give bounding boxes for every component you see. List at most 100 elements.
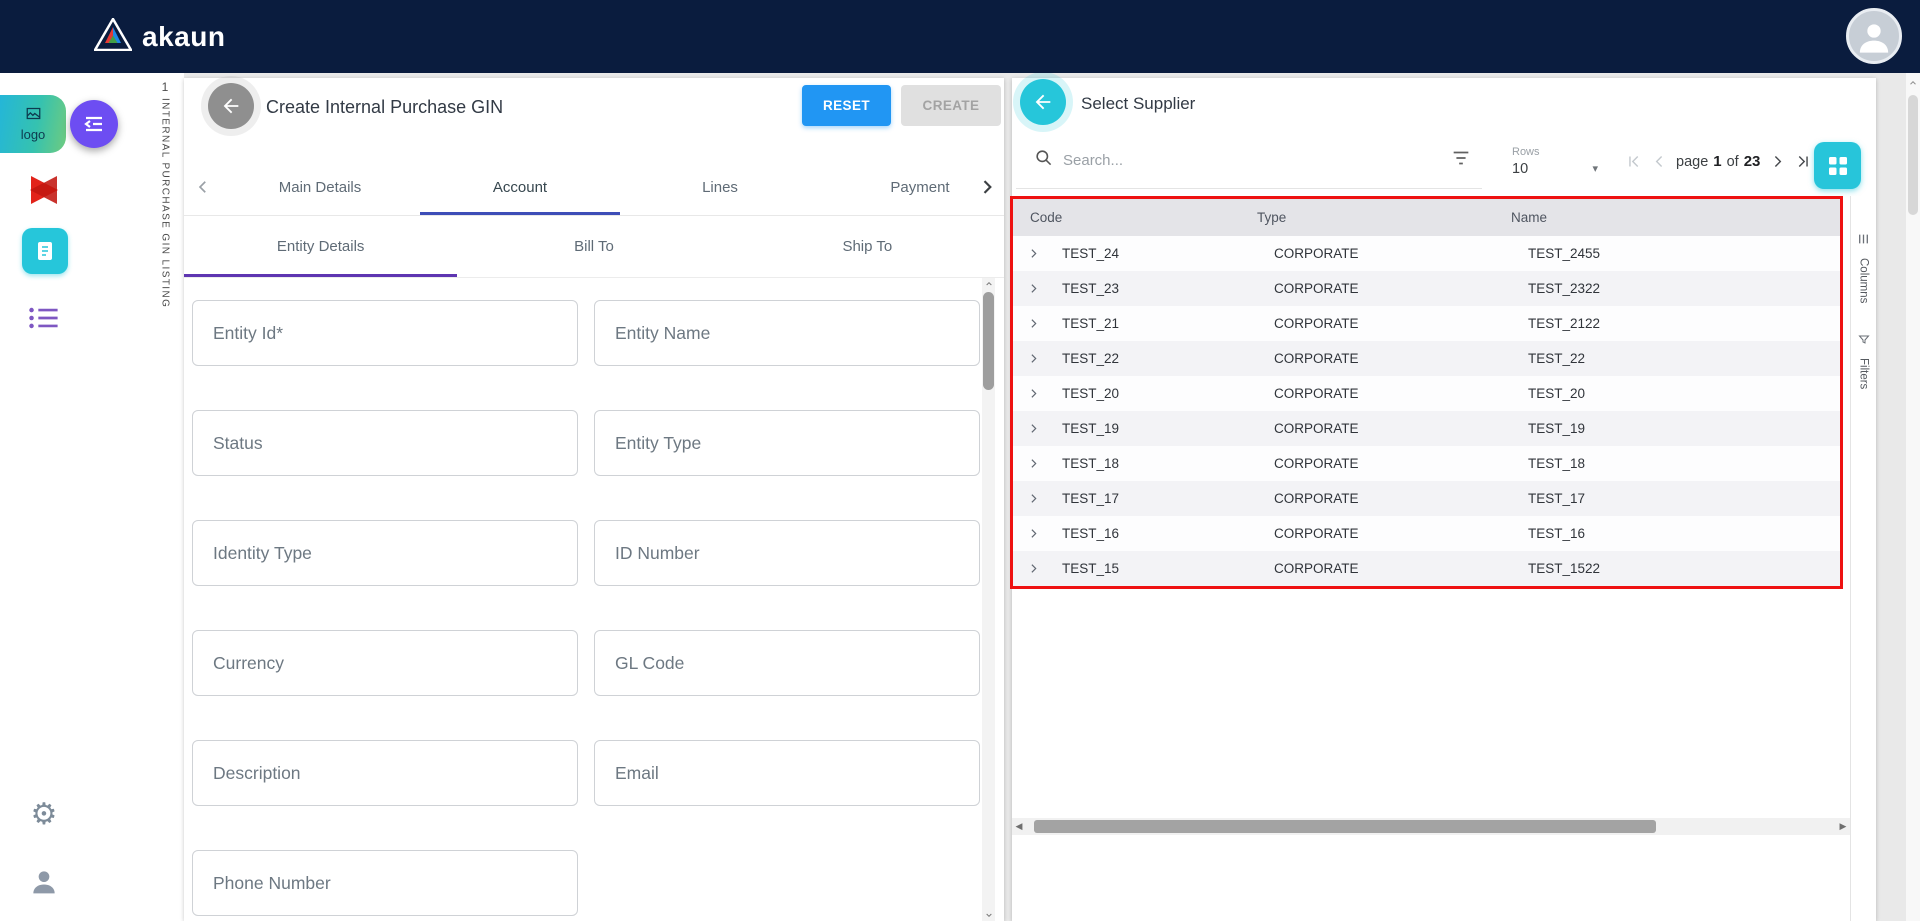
column-header-type: Type (1257, 210, 1511, 225)
supplier-row[interactable]: TEST_17 CORPORATE TEST_17 (1013, 481, 1840, 516)
field-currency[interactable]: Currency (192, 630, 578, 696)
tab-payment[interactable]: Payment (820, 159, 970, 215)
supplier-row[interactable]: TEST_18 CORPORATE TEST_18 (1013, 446, 1840, 481)
menu-open-icon (82, 112, 106, 136)
supplier-row[interactable]: TEST_22 CORPORATE TEST_22 (1013, 341, 1840, 376)
row-expand-chevron-icon[interactable] (1013, 387, 1062, 400)
total-pages: 23 (1744, 153, 1761, 170)
subtab-ship-to[interactable]: Ship To (731, 216, 1004, 277)
field-label: Description (213, 763, 301, 784)
scroll-right-icon[interactable]: ▶ (1836, 818, 1850, 835)
settings-gear-icon[interactable]: ⚙ (26, 796, 62, 832)
scrollbar-thumb[interactable] (1908, 95, 1918, 215)
tab-lines[interactable]: Lines (620, 159, 820, 215)
prev-page-button[interactable] (1646, 148, 1672, 174)
tabs-scroll-right-icon[interactable] (972, 159, 1002, 215)
row-expand-chevron-icon[interactable] (1013, 422, 1062, 435)
subtab-entity-details[interactable]: Entity Details (184, 216, 457, 277)
listing-app-icon[interactable] (24, 302, 64, 334)
table-horizontal-scrollbar[interactable]: ◀ ▶ (1012, 818, 1850, 835)
supplier-row[interactable]: TEST_20 CORPORATE TEST_20 (1013, 376, 1840, 411)
field-entity-id[interactable]: Entity Id* (192, 300, 578, 366)
row-expand-chevron-icon[interactable] (1013, 282, 1062, 295)
supplier-panel-title: Select Supplier (1081, 94, 1195, 114)
supplier-name: TEST_19 (1528, 421, 1840, 436)
tab-main-details[interactable]: Main Details (220, 159, 420, 215)
scrollbar-thumb[interactable] (983, 292, 994, 390)
tabs-scroll-left-icon[interactable] (188, 159, 218, 215)
row-expand-chevron-icon[interactable] (1013, 352, 1062, 365)
rows-per-page-select[interactable]: Rows 10 ▾ (1512, 146, 1598, 177)
back-button[interactable] (208, 83, 254, 129)
billing-app-icon[interactable] (22, 228, 68, 274)
scrollbar-thumb[interactable] (1034, 820, 1656, 833)
supplier-code: TEST_19 (1062, 421, 1274, 436)
supplier-row[interactable]: TEST_15 CORPORATE TEST_1522 (1013, 551, 1840, 586)
pdf-app-icon[interactable] (22, 168, 66, 212)
sidebar-collapse-button[interactable] (70, 100, 118, 148)
row-expand-chevron-icon[interactable] (1013, 562, 1062, 575)
page-vertical-scrollbar[interactable] (1905, 73, 1920, 921)
field-entity-type[interactable]: Entity Type (594, 410, 980, 476)
subtab-bill-to[interactable]: Bill To (457, 216, 730, 277)
field-status[interactable]: Status (192, 410, 578, 476)
field-id-number[interactable]: ID Number (594, 520, 980, 586)
columns-icon (1857, 232, 1870, 251)
subtab-label: Bill To (574, 238, 614, 255)
form-vertical-scrollbar[interactable] (982, 278, 995, 921)
reset-button[interactable]: RESET (802, 85, 891, 126)
next-page-button[interactable] (1764, 148, 1790, 174)
row-expand-chevron-icon[interactable] (1013, 527, 1062, 540)
top-bar: akaun (0, 0, 1920, 73)
brand-logo[interactable]: akaun (94, 18, 225, 56)
grid-view-button[interactable] (1814, 142, 1861, 189)
search-input[interactable] (1063, 152, 1450, 169)
arrow-back-icon (1032, 91, 1054, 113)
field-label: Entity Name (615, 323, 710, 344)
tab-account[interactable]: Account (420, 159, 620, 215)
supplier-back-button[interactable] (1020, 79, 1066, 125)
create-button[interactable]: CREATE (901, 85, 1001, 126)
logo-alt-text: logo (21, 127, 46, 142)
profile-icon[interactable] (26, 864, 62, 900)
row-expand-chevron-icon[interactable] (1013, 492, 1062, 505)
field-email[interactable]: Email (594, 740, 980, 806)
table-tools-strip: Columns Filters (1850, 196, 1876, 921)
field-label: ID Number (615, 543, 700, 564)
scroll-left-icon[interactable]: ◀ (1012, 818, 1026, 835)
filters-tool[interactable]: Filters (1858, 333, 1870, 389)
scroll-up-icon[interactable] (982, 278, 995, 290)
supplier-row[interactable]: TEST_24 CORPORATE TEST_2455 (1013, 236, 1840, 271)
field-gl-code[interactable]: GL Code (594, 630, 980, 696)
subtab-label: Ship To (842, 238, 892, 255)
columns-tool[interactable]: Columns (1857, 232, 1870, 303)
user-avatar[interactable] (1846, 8, 1902, 64)
first-page-button[interactable] (1620, 148, 1646, 174)
row-expand-chevron-icon[interactable] (1013, 317, 1062, 330)
field-identity-type[interactable]: Identity Type (192, 520, 578, 586)
supplier-row[interactable]: TEST_21 CORPORATE TEST_2122 (1013, 306, 1840, 341)
tenant-logo-chip[interactable]: logo (0, 95, 66, 153)
last-page-button[interactable] (1790, 148, 1816, 174)
supplier-code: TEST_18 (1062, 456, 1274, 471)
supplier-row[interactable]: TEST_19 CORPORATE TEST_19 (1013, 411, 1840, 446)
supplier-row[interactable]: TEST_16 CORPORATE TEST_16 (1013, 516, 1840, 551)
supplier-name: TEST_1522 (1528, 561, 1840, 576)
supplier-name: TEST_16 (1528, 526, 1840, 541)
scroll-up-icon[interactable] (1906, 78, 1920, 88)
scroll-down-icon[interactable] (982, 909, 995, 921)
row-expand-chevron-icon[interactable] (1013, 457, 1062, 470)
supplier-name: TEST_20 (1528, 386, 1840, 401)
page-word: page (1676, 154, 1708, 170)
supplier-name: TEST_22 (1528, 351, 1840, 366)
tab-label: Payment (890, 179, 949, 196)
entity-details-form: Entity Id* Entity Name Status Entity Typ… (184, 278, 1004, 921)
field-label: GL Code (615, 653, 684, 674)
supplier-row[interactable]: TEST_23 CORPORATE TEST_2322 (1013, 271, 1840, 306)
select-supplier-panel: Select Supplier Rows 10 ▾ page (1012, 78, 1876, 921)
field-entity-name[interactable]: Entity Name (594, 300, 980, 366)
field-phone-number[interactable]: Phone Number (192, 850, 578, 916)
field-description[interactable]: Description (192, 740, 578, 806)
filter-list-icon[interactable] (1450, 147, 1472, 174)
row-expand-chevron-icon[interactable] (1013, 247, 1062, 260)
